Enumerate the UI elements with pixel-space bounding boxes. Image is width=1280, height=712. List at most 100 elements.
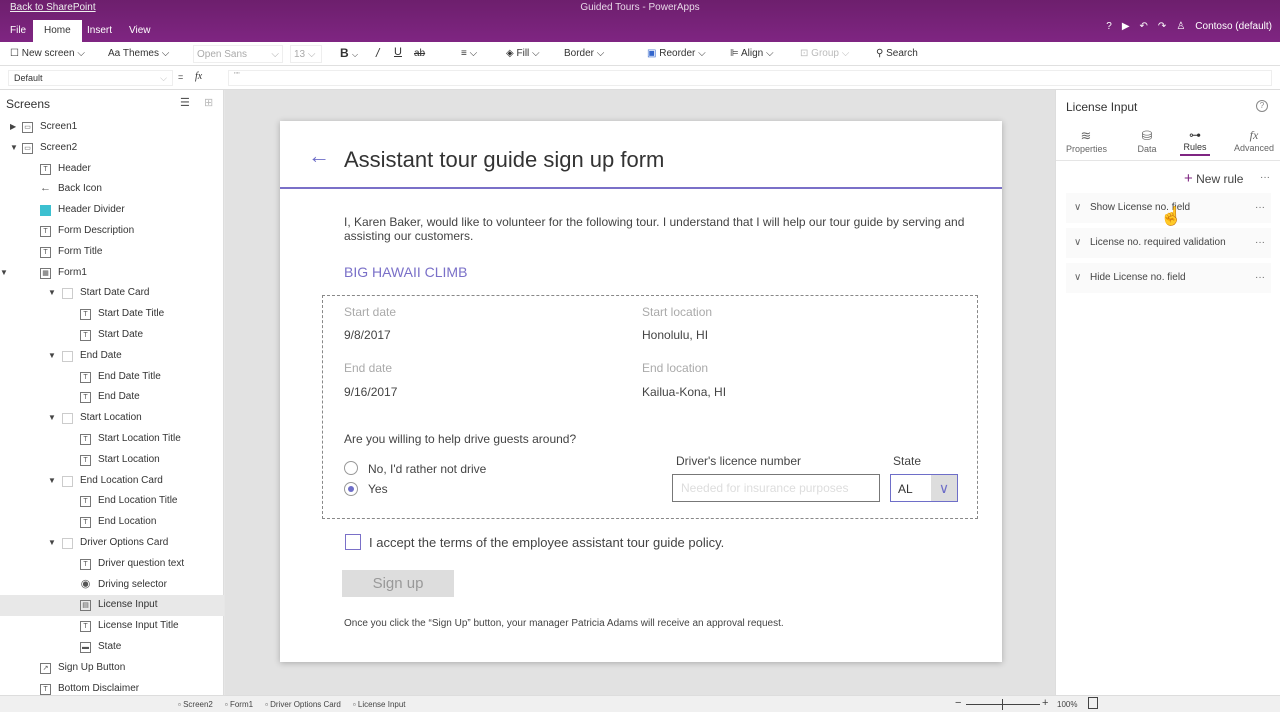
themes-button[interactable]: Aa Themes ⌵: [108, 48, 169, 59]
tree-item[interactable]: ▼ End Date: [0, 346, 224, 367]
caret-down-icon[interactable]: ▼: [48, 471, 56, 492]
caret-down-icon[interactable]: ▼: [48, 283, 56, 304]
tree-item[interactable]: ▼ ▦ Form1: [0, 263, 224, 284]
state-title: State: [893, 454, 922, 468]
tree-item[interactable]: T End Date: [0, 387, 224, 408]
tab-home[interactable]: Home: [33, 20, 82, 42]
tree-item[interactable]: ▼ Driver Options Card: [0, 533, 224, 554]
font-select[interactable]: Open Sans ⌵: [193, 45, 283, 63]
tab-view[interactable]: View: [121, 20, 159, 42]
tree-item[interactable]: T License Input Title: [0, 616, 224, 637]
radio-no[interactable]: [344, 461, 358, 475]
tree-item[interactable]: ▼ Start Date Card: [0, 283, 224, 304]
play-icon[interactable]: ▶: [1122, 21, 1130, 32]
list-view-icon[interactable]: ☰: [180, 96, 190, 109]
tab-rules[interactable]: ⊶ Rules: [1180, 128, 1210, 156]
tree-item[interactable]: ▼ End Location Card: [0, 471, 224, 492]
tree-item[interactable]: ▤ License Input: [0, 595, 224, 617]
tab-data[interactable]: ⛁ Data: [1132, 128, 1162, 154]
italic-button[interactable]: /: [376, 46, 379, 60]
zoom-slider[interactable]: [966, 699, 1040, 710]
thumbnail-view-icon[interactable]: ⊞: [204, 96, 213, 109]
tree-item[interactable]: ▼ ▭ Screen2: [0, 138, 224, 159]
user-icon[interactable]: ♙: [1176, 21, 1185, 32]
breadcrumb-item[interactable]: ▫ Driver Options Card: [265, 700, 341, 709]
chevron-down-icon[interactable]: ∨: [1074, 193, 1081, 223]
state-dropdown[interactable]: AL ∨: [890, 474, 958, 502]
zoom-in-button[interactable]: +: [1042, 697, 1048, 709]
tree-item[interactable]: T Start Date: [0, 325, 224, 346]
chevron-down-icon[interactable]: ∨: [1074, 228, 1081, 258]
tree-item[interactable]: ↗ Sign Up Button: [0, 658, 224, 679]
reorder-button[interactable]: ▣ Reorder ⌵: [647, 48, 706, 59]
undo-icon[interactable]: ↶: [1140, 21, 1148, 32]
tree-item[interactable]: ▶ ▭ Screen1: [0, 117, 224, 138]
radio-yes[interactable]: [344, 482, 358, 496]
more-options-icon[interactable]: ···: [1255, 228, 1265, 258]
help-icon[interactable]: ?: [1256, 100, 1268, 112]
tree-item[interactable]: T End Location Title: [0, 491, 224, 512]
strikethrough-button[interactable]: ab: [414, 48, 425, 59]
font-size-select[interactable]: 13 ⌵: [290, 45, 322, 63]
tree-item[interactable]: T Form Description: [0, 221, 224, 242]
caret-down-icon[interactable]: ▼: [48, 408, 56, 429]
search-icon: ⚲: [876, 48, 884, 59]
tree-item[interactable]: T Start Location: [0, 450, 224, 471]
tab-insert[interactable]: Insert: [79, 20, 120, 42]
zoom-out-button[interactable]: −: [955, 697, 961, 709]
tab-properties[interactable]: ≋ Properties: [1066, 128, 1107, 154]
more-options-icon[interactable]: ···: [1255, 193, 1265, 223]
fit-to-window-icon[interactable]: [1088, 697, 1098, 709]
tree-item[interactable]: Header Divider: [0, 200, 224, 221]
terms-checkbox[interactable]: [345, 534, 361, 550]
license-input[interactable]: Needed for insurance purposes: [672, 474, 880, 502]
bold-button[interactable]: B ⌵: [340, 46, 358, 60]
tree-item[interactable]: T Start Location Title: [0, 429, 224, 450]
tree-item[interactable]: T Driver question text: [0, 554, 224, 575]
tab-file[interactable]: File: [2, 20, 34, 42]
caret-right-icon[interactable]: ▶: [10, 117, 16, 138]
new-rule-button[interactable]: + New rule: [1184, 170, 1243, 187]
align-text-button[interactable]: ≡ ⌵: [461, 48, 477, 59]
properties-panel: License Input ? ≋ Properties ⛁ Data ⊶ Rules…: [1055, 90, 1280, 695]
tree-item[interactable]: T End Date Title: [0, 367, 224, 388]
tree-item[interactable]: T End Location: [0, 512, 224, 533]
caret-down-icon[interactable]: ▼: [48, 533, 56, 554]
formula-input[interactable]: "": [228, 70, 1272, 86]
caret-down-icon[interactable]: ▼: [10, 138, 18, 159]
sign-up-button[interactable]: Sign up: [342, 570, 454, 597]
fill-button[interactable]: ◈ Fill ⌵: [506, 48, 540, 59]
breadcrumb-item[interactable]: ▫ Screen2: [178, 700, 213, 709]
align-button[interactable]: ⊫ Align ⌵: [730, 48, 774, 59]
tree-item[interactable]: ▬ State: [0, 637, 224, 658]
end-location: Kailua-Kona, HI: [642, 385, 727, 399]
chevron-down-icon[interactable]: ∨: [1074, 263, 1081, 293]
caret-down-icon[interactable]: ▼: [0, 263, 8, 284]
redo-icon[interactable]: ↷: [1158, 21, 1166, 32]
tree-item[interactable]: ▼ Start Location: [0, 408, 224, 429]
caret-down-icon[interactable]: ▼: [48, 346, 56, 367]
breadcrumb-item[interactable]: ▫ License Input: [353, 700, 406, 709]
tree-item[interactable]: ◉ Driving selector: [0, 575, 224, 596]
chevron-down-icon[interactable]: ∨: [931, 475, 957, 501]
more-options-icon[interactable]: ···: [1255, 263, 1265, 293]
tree-item[interactable]: T Start Date Title: [0, 304, 224, 325]
tree-item[interactable]: ← Back Icon: [0, 179, 224, 200]
rule-item[interactable]: ∨ License no. required validation ···: [1066, 228, 1271, 258]
help-icon[interactable]: ?: [1106, 21, 1112, 32]
rule-item[interactable]: ∨ Hide License no. field ···: [1066, 263, 1271, 293]
border-button[interactable]: Border ⌵: [564, 48, 604, 59]
back-arrow-icon[interactable]: ←: [308, 143, 330, 169]
group-button[interactable]: ⊡ Group ⌵: [800, 48, 849, 59]
underline-button[interactable]: U: [394, 46, 402, 58]
fx-icon[interactable]: fx: [195, 71, 202, 82]
tree-item[interactable]: T Header: [0, 159, 224, 180]
new-screen-button[interactable]: ☐ New screen ⌵: [10, 48, 85, 59]
tree-item[interactable]: T Form Title: [0, 242, 224, 263]
more-options-icon[interactable]: ···: [1260, 172, 1270, 183]
tab-advanced[interactable]: fx Advanced: [1232, 128, 1276, 153]
environment-name[interactable]: Contoso (default): [1195, 21, 1272, 32]
property-select[interactable]: Default ⌵: [8, 70, 173, 86]
search-button[interactable]: ⚲ Search: [876, 48, 918, 59]
breadcrumb-item[interactable]: ▫ Form1: [225, 700, 253, 709]
